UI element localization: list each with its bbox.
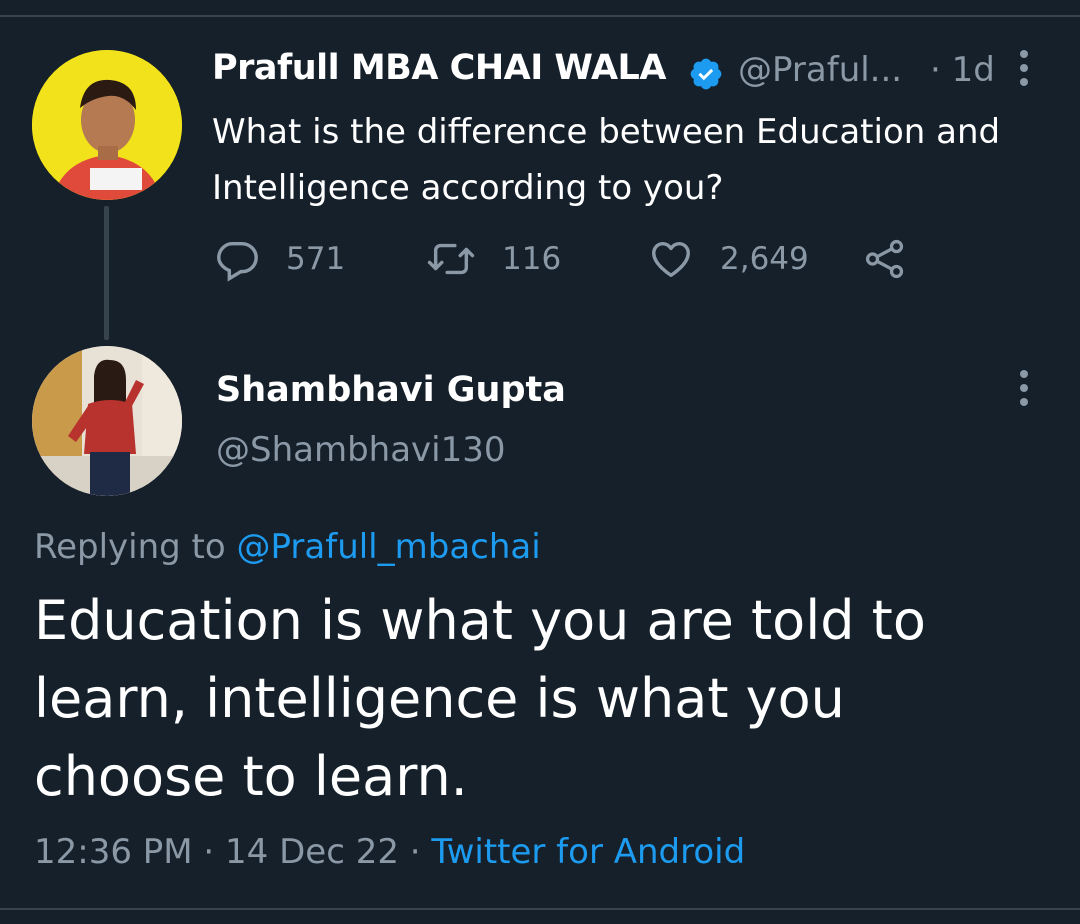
replying-to-mention[interactable]: @Prafull_mbachai — [237, 527, 541, 567]
replying-to-label: Replying to — [34, 527, 226, 567]
more-options-icon[interactable] — [1010, 366, 1038, 416]
share-button[interactable] — [862, 236, 908, 282]
thread-connector-line — [104, 206, 109, 340]
avatar-photo-icon — [32, 346, 182, 496]
reply-author-handle[interactable]: @Shambhavi130 — [216, 430, 506, 470]
tweet-text: What is the difference between Education… — [212, 112, 1001, 208]
heart-icon — [652, 241, 690, 278]
reply-author-name[interactable]: Shambhavi Gupta — [216, 370, 566, 410]
share-icon — [865, 239, 904, 279]
avatar-photo-icon — [32, 50, 182, 200]
author-handle[interactable]: @Praful... — [738, 50, 902, 90]
top-divider — [0, 15, 1080, 17]
author-avatar[interactable] — [32, 50, 182, 200]
tweet-time[interactable]: · 1d — [930, 50, 995, 90]
author-name[interactable]: Prafull MBA CHAI WALA — [212, 48, 666, 88]
like-button[interactable]: 2,649 — [648, 236, 809, 282]
reply-client-link[interactable]: Twitter for Android — [431, 832, 745, 872]
reply-timestamp[interactable]: 12:36 PM · 14 Dec 22 · — [34, 832, 421, 872]
more-options-icon[interactable] — [1010, 46, 1038, 96]
reply-icon — [217, 241, 258, 282]
retweet-button[interactable]: 116 — [426, 236, 561, 282]
replying-to-line: Replying to @Prafull_mbachai — [34, 527, 541, 567]
reply-author-avatar[interactable] — [32, 346, 182, 496]
like-count: 2,649 — [720, 241, 809, 277]
bottom-divider — [0, 908, 1080, 910]
reply-button[interactable]: 571 — [214, 236, 345, 282]
reply-text: Education is what you are told to learn,… — [34, 589, 926, 808]
reply-metadata: 12:36 PM · 14 Dec 22 · Twitter for Andro… — [34, 832, 745, 872]
reply-count: 571 — [286, 241, 346, 277]
retweet-icon — [427, 243, 475, 275]
retweet-count: 116 — [502, 241, 562, 277]
verified-badge-icon — [688, 56, 724, 92]
